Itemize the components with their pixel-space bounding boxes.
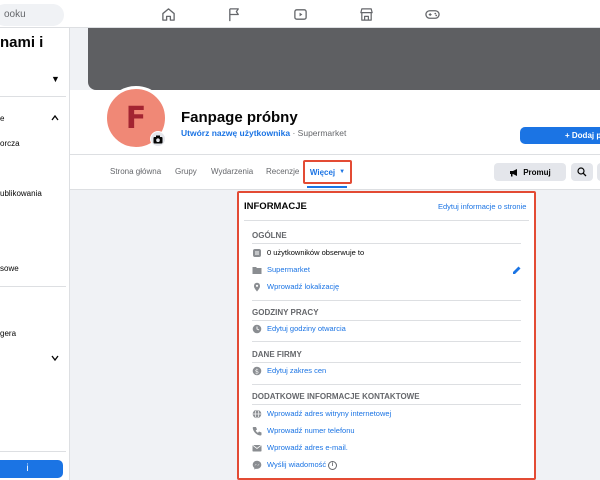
mail-icon: [252, 443, 262, 453]
chevron-down-icon[interactable]: ▼: [51, 75, 60, 84]
tab-home[interactable]: Strona główna: [110, 167, 161, 176]
info-icon[interactable]: i: [328, 461, 337, 470]
marketplace-icon[interactable]: [358, 6, 374, 22]
flag-icon[interactable]: [226, 6, 242, 22]
sidebar-divider: [0, 286, 66, 287]
search-input[interactable]: ooku: [0, 4, 64, 26]
add-website-link[interactable]: Wprowadź adres witryny internetowej: [267, 409, 391, 418]
create-username-link[interactable]: Utwórz nazwę użytkownika: [181, 128, 290, 138]
pencil-icon[interactable]: [511, 263, 522, 274]
camera-icon[interactable]: [150, 131, 166, 147]
left-sidebar: nami i ▼ e orcza ublikowania sowe gera i: [0, 28, 70, 480]
section-divider: [252, 362, 521, 363]
sidebar-item-manager[interactable]: gera: [0, 329, 16, 338]
section-divider: [252, 320, 521, 321]
general-heading: OGÓLNE: [252, 231, 287, 240]
add-email-link[interactable]: Wprowadź adres e-mail.: [267, 443, 348, 452]
phone-icon: [252, 426, 262, 436]
megaphone-icon: [510, 168, 518, 176]
sidebar-divider: [0, 96, 66, 97]
business-heading: DANE FIRMY: [252, 350, 302, 359]
subtitle-separator: ·: [290, 128, 298, 138]
tab-reviews[interactable]: Recenzje: [266, 167, 299, 176]
followers-count: 0 użytkowników obserwuje to: [267, 248, 365, 257]
contact-heading: DODATKOWE INFORMACJE KONTAKTOWE: [252, 392, 420, 401]
sidebar-divider: [0, 451, 66, 452]
category-link[interactable]: Supermarket: [267, 265, 310, 274]
active-tab-indicator: [307, 186, 347, 188]
location-pin-icon: [252, 282, 262, 292]
edit-price-range-link[interactable]: Edytuj zakres cen: [267, 366, 326, 375]
search-icon: [577, 167, 587, 177]
clock-icon: [252, 324, 262, 334]
promote-button[interactable]: Promuj: [494, 163, 566, 181]
svg-text:$: $: [255, 367, 259, 375]
section-divider: [252, 341, 521, 342]
sidebar-item-business[interactable]: sowe: [0, 264, 19, 273]
sidebar-item-creator[interactable]: orcza: [0, 139, 20, 148]
page-category: Supermarket: [297, 128, 347, 138]
section-divider: [252, 384, 521, 385]
page-title: Fanpage próbny: [181, 109, 298, 126]
promote-label: Promuj: [523, 167, 551, 177]
section-divider: [252, 404, 521, 405]
avatar-letter: F: [125, 100, 147, 136]
chevron-down-icon[interactable]: [51, 354, 59, 362]
chevron-up-icon[interactable]: [51, 114, 59, 122]
tab-more-label: Więcej: [309, 167, 336, 177]
tab-groups[interactable]: Grupy: [175, 167, 197, 176]
top-navbar: ooku: [0, 0, 600, 28]
section-divider: [252, 300, 521, 301]
page-subtitle: Utwórz nazwę użytkownika · Supermarket: [181, 128, 346, 138]
sidebar-item-section[interactable]: e: [0, 114, 4, 123]
cover-photo[interactable]: [88, 28, 600, 90]
followers-icon: [252, 248, 262, 258]
tab-events[interactable]: Wydarzenia: [211, 167, 253, 176]
tab-more[interactable]: Więcej ▼: [303, 160, 352, 184]
gaming-icon[interactable]: [424, 6, 440, 22]
edit-page-info-link[interactable]: Edytuj informacje o stronie: [438, 202, 526, 211]
add-phone-link[interactable]: Wprowadź numer telefonu: [267, 426, 355, 435]
page-search-button[interactable]: [571, 163, 593, 181]
caret-down-icon: ▼: [339, 169, 346, 175]
add-location-link[interactable]: Wprowadź lokalizację: [267, 282, 339, 291]
globe-icon: [252, 409, 262, 419]
sidebar-item-publishing[interactable]: ublikowania: [0, 189, 42, 198]
add-button[interactable]: + Dodaj p: [520, 127, 600, 144]
category-icon: [252, 265, 262, 275]
card-divider: [244, 220, 529, 221]
section-divider: [252, 243, 521, 244]
sidebar-primary-button[interactable]: i: [0, 460, 63, 478]
messenger-icon: [252, 460, 262, 470]
video-icon[interactable]: [292, 6, 308, 22]
about-title: INFORMACJE: [244, 201, 307, 212]
sidebar-title: nami i: [0, 34, 44, 51]
price-icon: $: [252, 366, 262, 376]
hours-heading: GODZINY PRACY: [252, 308, 319, 317]
home-icon[interactable]: [160, 6, 176, 22]
send-message-link[interactable]: Wyślij wiadomość: [267, 460, 326, 469]
edit-hours-link[interactable]: Edytuj godziny otwarcia: [267, 324, 346, 333]
